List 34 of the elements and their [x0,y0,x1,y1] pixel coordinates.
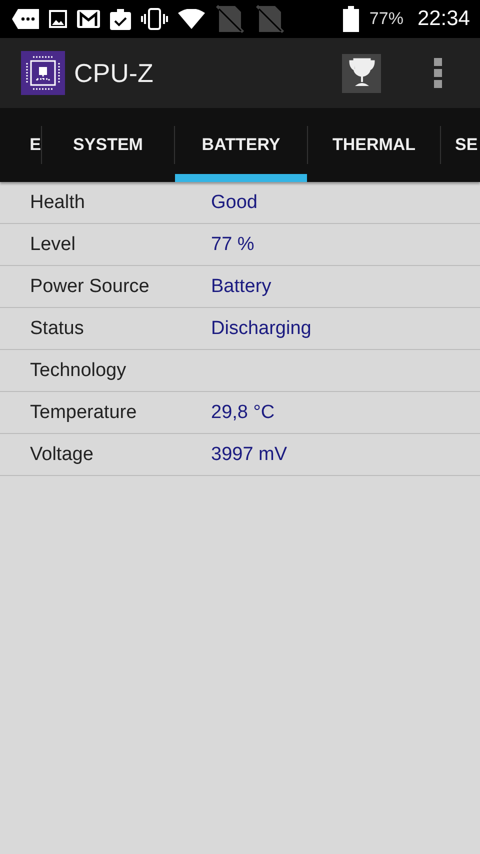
tab[interactable]: SE [441,108,480,182]
property-label: Health [29,192,86,214]
app-title: CPU-Z [74,58,154,88]
vibrate-icon [141,8,168,30]
clock-time: 22:34 [417,7,470,31]
overflow-menu-icon[interactable] [433,57,443,89]
trophy-button[interactable] [342,54,381,92]
tab[interactable]: THERMAL [308,108,440,182]
clipboard-check-icon [110,8,131,30]
message-icon [12,9,39,29]
property-label: Technology [29,360,128,382]
property-value: Discharging [211,318,312,340]
battery-icon [343,6,360,32]
no-sim-icon [215,5,245,33]
mail-icon [77,10,100,28]
property-value: Battery [211,276,272,298]
property-label: Status [29,318,85,340]
battery-percent: 77% [369,9,404,29]
trophy-icon [348,58,374,88]
property-label: Temperature [29,402,138,424]
property-value: 3997 mV [211,444,288,466]
no-sim-icon [255,5,285,33]
property-value: 77 % [211,234,254,256]
wifi-icon [178,9,205,29]
tab[interactable]: BATTERY [175,108,307,182]
property-value: Good [211,192,258,214]
property-label: Voltage [29,444,94,466]
chip-logo-icon [21,51,65,95]
property-label: Level [29,234,76,256]
property-value: 29,8 °C [211,402,275,424]
image-icon [49,10,67,28]
tab[interactable]: SYSTEM [42,108,174,182]
tab[interactable]: E [0,108,41,182]
property-label: Power Source [29,276,150,298]
